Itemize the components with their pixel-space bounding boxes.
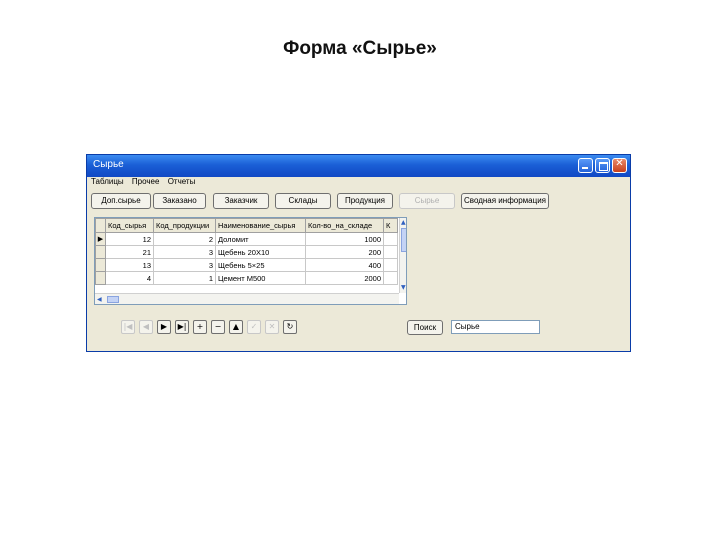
cell-raw-name[interactable]: Щебень 5×25 [215,258,306,272]
row-indicator[interactable] [95,245,106,259]
table-row[interactable]: 13 3 Щебень 5×25 400 [95,258,398,272]
current-row-indicator-icon: ▶ [95,232,106,246]
search-input[interactable]: Сырье [451,320,540,334]
next-record-button[interactable]: ▶ [157,320,171,334]
column-header-stock-qty[interactable]: Кол-во_на_складе [305,218,384,233]
row-indicator[interactable] [95,258,106,272]
prior-record-button[interactable]: ◀ [139,320,153,334]
close-icon: ✕ [615,158,624,169]
vertical-scroll-thumb[interactable] [401,228,406,252]
cell-product-id[interactable]: 3 [153,258,216,272]
cell-product-id[interactable]: 2 [153,232,216,246]
app-window: Сырье ✕ Таблицы Прочее Отчеты Доп.сырье … [86,154,631,352]
column-header-product-id[interactable]: Код_продукции [153,218,216,233]
row-indicator[interactable] [95,271,106,285]
table-row[interactable]: 4 1 Цемент М500 2000 [95,271,398,285]
customer-button[interactable]: Заказчик [213,193,269,209]
cell-raw-name[interactable]: Щебень 20Х10 [215,245,306,259]
post-record-button[interactable]: ✓ [247,320,261,334]
horizontal-scrollbar[interactable]: ◀ [95,293,399,304]
cell-raw-name[interactable]: Цемент М500 [215,271,306,285]
title-bar[interactable]: Сырье ✕ [87,155,630,177]
menu-bar: Таблицы Прочее Отчеты [91,177,201,191]
grid-header: Код_сырья Код_продукции Наименование_сыр… [95,218,398,233]
last-record-button[interactable]: ▶| [175,320,189,334]
edit-record-button[interactable]: ▲ [229,320,243,334]
slide-title: Форма «Сырье» [283,38,437,59]
cancel-edit-button[interactable]: ✕ [265,320,279,334]
products-button[interactable]: Продукция [337,193,393,209]
column-header-extra[interactable]: К [383,218,398,233]
cell-raw-id[interactable]: 21 [105,245,154,259]
cell-raw-id[interactable]: 13 [105,258,154,272]
menu-item-tables[interactable]: Таблицы [91,177,124,186]
delete-record-button[interactable]: − [211,320,225,334]
cell-extra[interactable] [383,232,398,246]
cell-product-id[interactable]: 3 [153,245,216,259]
minimize-icon [582,167,588,169]
menu-item-other[interactable]: Прочее [132,177,160,186]
cell-stock-qty[interactable]: 2000 [305,271,384,285]
summary-button[interactable]: Сводная информация [461,193,549,209]
search-button[interactable]: Поиск [407,320,443,335]
scroll-down-icon[interactable]: ▼ [401,284,406,291]
close-button[interactable]: ✕ [612,158,627,173]
refresh-button[interactable]: ↻ [283,320,297,334]
raw-materials-button[interactable]: Сырье [399,193,455,209]
cell-raw-id[interactable]: 12 [105,232,154,246]
minimize-button[interactable] [578,158,593,173]
cell-stock-qty[interactable]: 400 [305,258,384,272]
vertical-scrollbar[interactable]: ▲ ▼ [399,218,406,293]
insert-record-button[interactable]: + [193,320,207,334]
cell-extra[interactable] [383,271,398,285]
cell-extra[interactable] [383,258,398,272]
column-header-raw-name[interactable]: Наименование_сырья [215,218,306,233]
extra-raw-button[interactable]: Доп.сырье [91,193,151,209]
maximize-button[interactable] [595,158,610,173]
cell-stock-qty[interactable]: 200 [305,245,384,259]
horizontal-scroll-thumb[interactable] [107,296,119,303]
maximize-icon [599,162,608,171]
ordered-button[interactable]: Заказано [153,193,206,209]
warehouses-button[interactable]: Склады [275,193,331,209]
cell-stock-qty[interactable]: 1000 [305,232,384,246]
table-row[interactable]: ▶ 12 2 Доломит 1000 [95,232,398,246]
cell-extra[interactable] [383,245,398,259]
raw-materials-grid[interactable]: Код_сырья Код_продукции Наименование_сыр… [94,217,407,305]
cell-raw-name[interactable]: Доломит [215,232,306,246]
scroll-up-icon[interactable]: ▲ [401,219,406,226]
grid-corner [95,218,106,233]
first-record-button[interactable]: |◀ [121,320,135,334]
column-header-raw-id[interactable]: Код_сырья [105,218,154,233]
scroll-left-icon[interactable]: ◀ [97,296,102,303]
cell-product-id[interactable]: 1 [153,271,216,285]
cell-raw-id[interactable]: 4 [105,271,154,285]
menu-item-reports[interactable]: Отчеты [168,177,196,186]
table-row[interactable]: 21 3 Щебень 20Х10 200 [95,245,398,259]
window-title: Сырье [93,159,124,170]
